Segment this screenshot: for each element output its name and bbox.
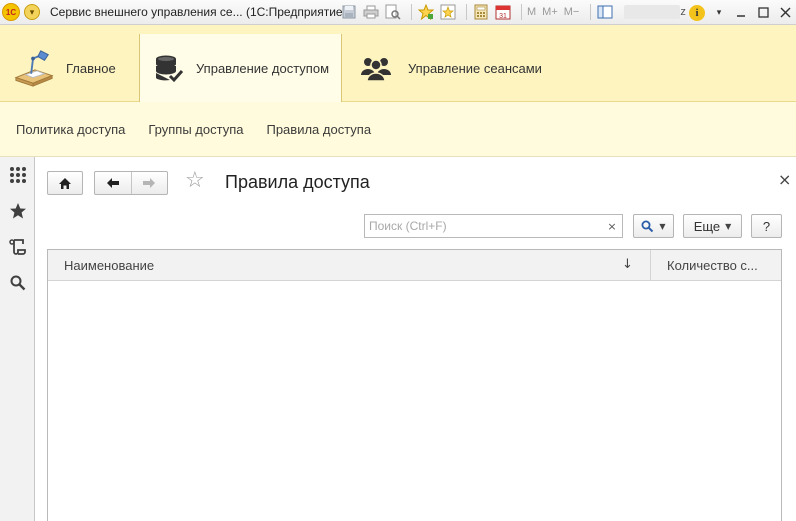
table-header: Наименование ↓ Количество с...: [48, 250, 781, 281]
sections-top-strip: [0, 25, 796, 34]
forward-button[interactable]: [132, 172, 168, 194]
link-access-policy[interactable]: Политика доступа: [16, 122, 125, 137]
calculator-icon[interactable]: [472, 3, 490, 21]
chevron-down-icon: ▼: [659, 221, 666, 231]
section-session-management[interactable]: Управление сеансами: [342, 34, 562, 102]
chevron-down-icon: ▼: [725, 221, 732, 231]
preview-icon[interactable]: [384, 3, 402, 21]
arrow-left-icon: [106, 178, 119, 188]
svg-text:31: 31: [499, 13, 507, 20]
info-icon: i: [689, 4, 705, 21]
apps-grid-icon[interactable]: [0, 157, 35, 193]
chevron-down-icon[interactable]: ▾: [708, 2, 730, 24]
sort-descending-icon: ↓: [622, 257, 633, 272]
help-button-label: ?: [762, 218, 771, 234]
add-to-favorites-star-icon[interactable]: ☆: [185, 170, 205, 192]
window-controls: i ▾: [686, 0, 796, 25]
memory-plus-icon[interactable]: M+: [542, 6, 558, 18]
back-button[interactable]: [95, 172, 132, 194]
arrow-right-icon: [143, 178, 156, 188]
memory-minus-icon[interactable]: M−: [564, 6, 580, 18]
section-main[interactable]: Главное: [0, 34, 139, 102]
toolbar-separator: [466, 4, 467, 20]
desk-lamp-icon: [14, 48, 54, 88]
panel-icon[interactable]: [596, 3, 614, 21]
home-button[interactable]: [47, 171, 83, 195]
main-menu-icon[interactable]: ▾: [24, 4, 40, 20]
more-button-label: Еще: [693, 218, 721, 234]
favorites-add-icon[interactable]: [417, 3, 435, 21]
section-access-management[interactable]: Управление доступом: [139, 34, 342, 103]
users-icon: [356, 48, 396, 88]
toolbar-separator: [411, 4, 412, 20]
help-button[interactable]: ?: [751, 214, 782, 238]
toolbar-separator: [590, 4, 592, 20]
save-icon[interactable]: [340, 3, 358, 21]
functions-panel: Политика доступа Группы доступа Правила …: [0, 102, 796, 157]
user-name-blurred: [624, 5, 681, 19]
app-logo-icon[interactable]: 1С: [2, 3, 20, 21]
section-label: Управление сеансами: [408, 60, 542, 76]
close-window-button[interactable]: [774, 2, 796, 24]
column-divider[interactable]: [650, 250, 651, 281]
form-title: Правила доступа: [225, 172, 370, 192]
print-icon[interactable]: [362, 3, 380, 21]
search-options-button[interactable]: ▼: [633, 214, 674, 238]
minimize-button[interactable]: [730, 2, 752, 24]
window-title: Сервис внешнего управления се... (1С:Пре…: [50, 5, 347, 19]
search-icon[interactable]: [0, 265, 35, 301]
nav-back-forward-group: [94, 171, 168, 195]
favorites-icon[interactable]: [439, 3, 457, 21]
more-button[interactable]: Еще ▼: [683, 214, 742, 238]
titlebar-toolbar: 31 M M+ M− z: [340, 3, 696, 21]
link-access-groups[interactable]: Группы доступа: [148, 122, 243, 137]
info-button[interactable]: i: [686, 2, 708, 24]
star-icon[interactable]: [0, 193, 35, 229]
close-form-button[interactable]: ×: [778, 170, 791, 189]
section-label: Главное: [66, 60, 116, 76]
database-check-icon: [154, 49, 184, 89]
toolbar-separator: [521, 4, 522, 20]
memory-m-icon[interactable]: M: [527, 6, 536, 18]
access-rules-form: ☆ Правила доступа × × ▼ Еще ▼ ? Наименов…: [36, 157, 796, 521]
search-box: [364, 214, 603, 238]
history-icon[interactable]: [0, 229, 35, 265]
sections-panel: Главное Управление доступом Управление с…: [0, 34, 796, 103]
magnifier-icon: [641, 220, 654, 232]
search-input[interactable]: [365, 215, 603, 237]
home-icon: [59, 177, 71, 189]
column-header-count[interactable]: Количество с...: [667, 258, 758, 273]
window-titlebar: 1С ▾ Сервис внешнего управления се... (1…: [0, 0, 796, 25]
calendar-icon[interactable]: 31: [494, 3, 512, 21]
section-label: Управление доступом: [196, 61, 330, 76]
search-clear-button[interactable]: ×: [602, 214, 623, 238]
maximize-button[interactable]: [752, 2, 774, 24]
left-toolbar: [0, 157, 35, 521]
link-access-rules[interactable]: Правила доступа: [266, 122, 371, 137]
column-header-name[interactable]: Наименование: [64, 258, 154, 273]
access-rules-table[interactable]: Наименование ↓ Количество с...: [47, 249, 782, 521]
